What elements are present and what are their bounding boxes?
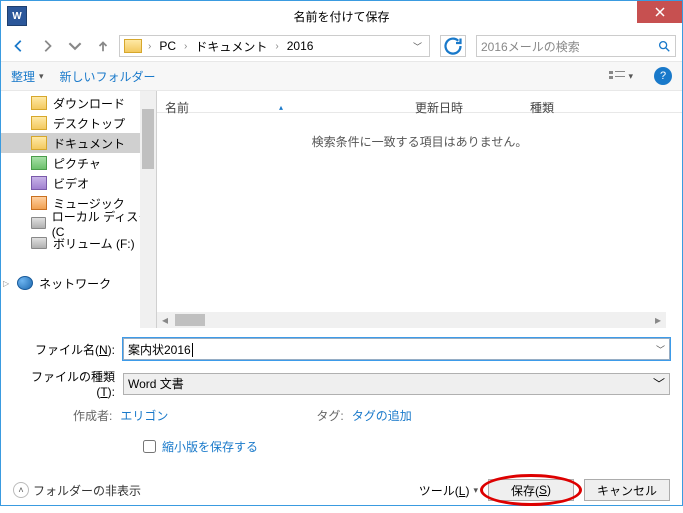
filetype-label: ファイルの種類(T): [13,368,123,399]
cancel-button[interactable]: キャンセル [584,479,670,501]
nav-forward-button[interactable] [35,34,59,58]
tree-scrollbar[interactable] [140,91,156,328]
author-label: 作成者: [73,407,112,424]
crumb-pc[interactable]: PC [157,39,178,53]
dialog-title: 名前を付けて保存 [293,8,389,25]
tree-downloads[interactable]: ダウンロード [1,93,156,113]
filename-input[interactable]: 案内状2016 ﹀ [123,338,670,360]
nav-back-button[interactable] [7,34,31,58]
tree-pictures[interactable]: ピクチャ [1,153,156,173]
filetype-select[interactable]: Word 文書 ﹀ [123,373,670,395]
search-placeholder: 2016メールの検索 [481,38,657,55]
refresh-button[interactable] [440,35,466,57]
tree-documents[interactable]: ドキュメント [1,133,156,153]
folder-icon [124,39,142,53]
nav-recent-dropdown[interactable] [63,34,87,58]
file-hscrollbar[interactable]: ◂▸ [157,312,666,328]
search-input[interactable]: 2016メールの検索 [476,35,676,57]
chevron-up-icon: ˄ [13,482,29,498]
close-button[interactable] [637,1,682,23]
save-button[interactable]: 保存(S) [488,479,574,501]
empty-message: 検索条件に一致する項目はありません。 [157,113,682,150]
filename-label: ファイル名(N): [13,341,123,358]
crumb-documents[interactable]: ドキュメント [193,38,269,55]
folder-tree[interactable]: ダウンロード デスクトップ ドキュメント ピクチャ ビデオ ミュージック ローカ… [1,91,157,328]
tag-label: タグ: [316,407,343,424]
tree-localdisk[interactable]: ローカル ディスク (C [1,213,156,233]
tree-videos[interactable]: ビデオ [1,173,156,193]
breadcrumb-dropdown[interactable]: ﹀ [410,40,425,53]
word-app-icon: W [7,6,27,26]
chevron-right-icon: › [144,41,155,52]
tag-value[interactable]: タグの追加 [352,407,412,424]
tools-menu[interactable]: ツール(L) ▾ [419,482,478,499]
tree-volume[interactable]: ボリューム (F:) [1,233,156,253]
breadcrumb[interactable]: › PC › ドキュメント › 2016 ﹀ [119,35,430,57]
chevron-right-icon: › [180,41,191,52]
hide-folders-button[interactable]: ˄ フォルダーの非表示 [13,482,141,499]
thumbnail-checkbox-label[interactable]: 縮小版を保存する [143,438,670,455]
tree-network[interactable]: ネットワーク [1,273,156,293]
view-mode-button[interactable]: ▾ [603,66,638,86]
file-list-header: 名前▴ 更新日時 種類 [157,91,682,113]
organize-menu[interactable]: 整理▾ [11,68,44,85]
search-icon [657,39,671,53]
sort-indicator-icon: ▴ [279,103,283,112]
chevron-right-icon: › [271,41,282,52]
help-button[interactable]: ? [654,67,672,85]
filename-dropdown[interactable]: ﹀ [656,343,665,356]
nav-up-button[interactable] [91,34,115,58]
thumbnail-checkbox[interactable] [143,440,156,453]
author-value[interactable]: エリゴン [120,407,168,424]
crumb-year[interactable]: 2016 [285,39,316,53]
tree-desktop[interactable]: デスクトップ [1,113,156,133]
new-folder-button[interactable]: 新しいフォルダー [60,68,156,85]
